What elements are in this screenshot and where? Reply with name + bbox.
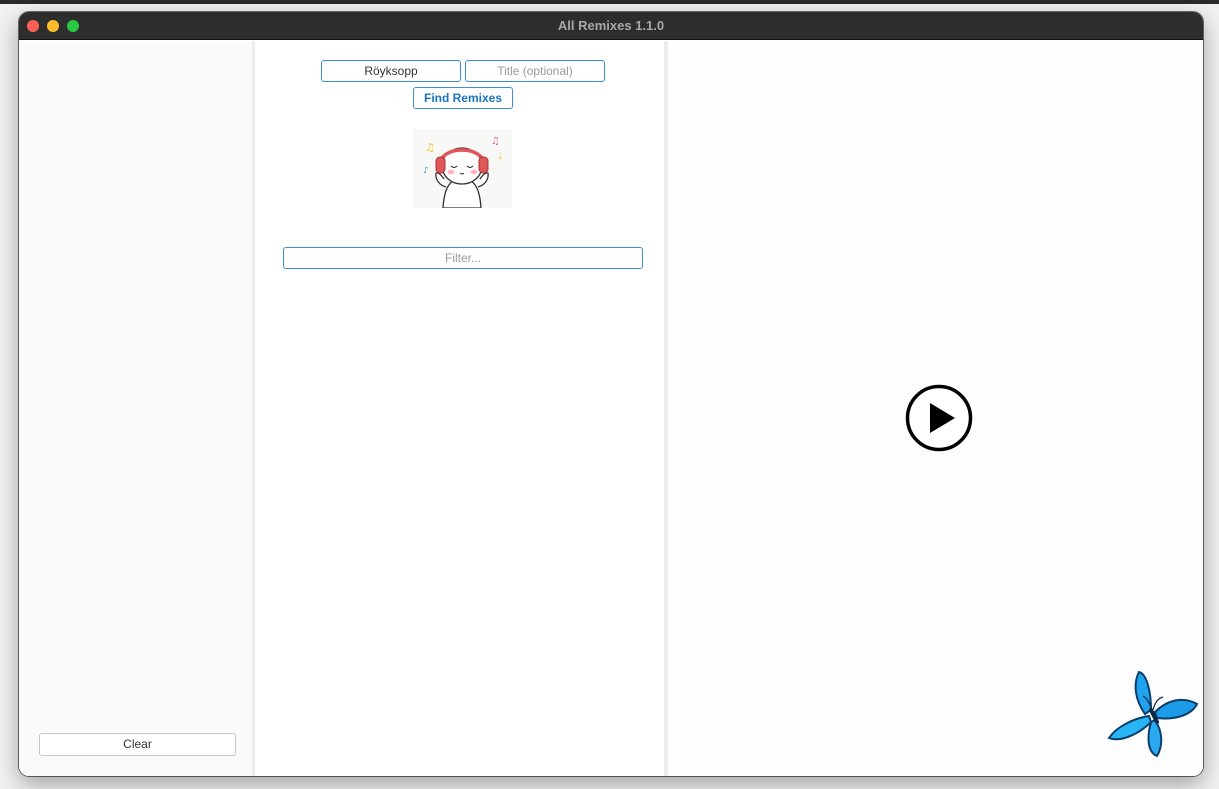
svg-text:♪: ♪: [423, 166, 429, 176]
app-window: All Remixes 1.1.0 Clear Find Remixes: [19, 12, 1203, 776]
headphones-character-icon: ♫ ♫ ♩ ♪: [413, 129, 512, 208]
title-input[interactable]: [465, 60, 605, 82]
svg-text:♫: ♫: [491, 136, 500, 147]
sidebar: Clear: [19, 41, 255, 776]
desktop-background: [0, 0, 1219, 4]
title-bar[interactable]: All Remixes 1.1.0: [19, 12, 1203, 40]
find-remixes-button[interactable]: Find Remixes: [413, 87, 513, 109]
filter-input[interactable]: [283, 247, 643, 269]
butterfly-icon: [1107, 670, 1199, 758]
clear-button[interactable]: Clear: [39, 733, 236, 756]
svg-text:♫: ♫: [425, 141, 435, 154]
window-title: All Remixes 1.1.0: [557, 18, 665, 33]
artist-input[interactable]: [321, 60, 461, 82]
play-icon[interactable]: [905, 384, 973, 452]
search-panel: Find Remixes ♫ ♫ ♩ ♪: [258, 41, 668, 776]
svg-text:♩: ♩: [498, 152, 502, 162]
player-panel: [672, 41, 1203, 776]
